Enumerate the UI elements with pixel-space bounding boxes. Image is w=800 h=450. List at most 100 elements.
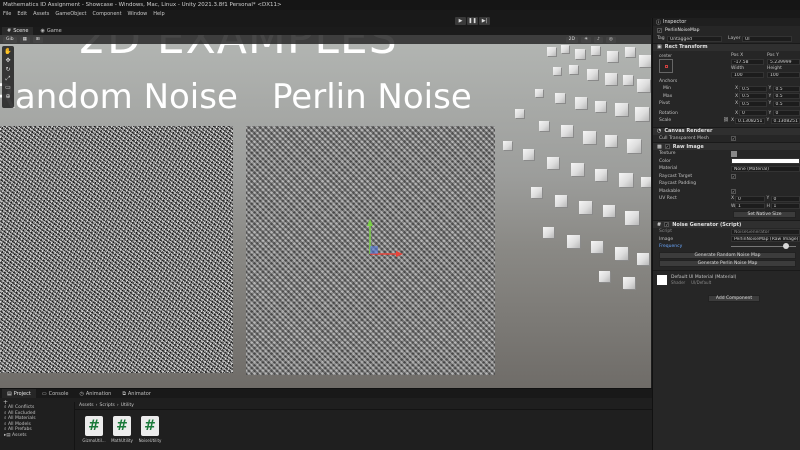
rect-tool-icon[interactable]: ▭ (4, 84, 13, 92)
lighting-icon[interactable]: ☀ (580, 36, 592, 43)
menu-file[interactable]: File (3, 11, 11, 17)
layer-dropdown[interactable]: UI (742, 35, 792, 42)
scale-tool-icon[interactable]: ⤢ (4, 75, 13, 83)
frequency-slider-knob[interactable] (783, 243, 790, 250)
file-item[interactable]: # NoiseUtility (138, 416, 162, 443)
tab-animation[interactable]: ◷ Animation (74, 389, 116, 398)
move-gizmo[interactable] (350, 218, 410, 263)
rotate-tool-icon[interactable]: ↻ (4, 66, 13, 74)
anchor-min-label: Min (663, 86, 671, 92)
transform-tool-icon[interactable]: ⊕ (4, 93, 13, 101)
scene-heading-random: Random Noise (0, 77, 238, 117)
grid-icon[interactable]: ▦ (19, 36, 30, 43)
uv-w-field[interactable]: 1 (735, 203, 765, 210)
menu-edit[interactable]: Edit (17, 11, 27, 17)
scale-x-field[interactable]: 0.1308251 (735, 117, 765, 124)
pause-icon[interactable]: ❚❚ (467, 17, 478, 25)
step-icon[interactable]: ▶| (479, 17, 490, 25)
maskable-checkbox[interactable]: ✓ (731, 188, 736, 194)
raw-image-enabled-checkbox[interactable]: ✓ (664, 144, 670, 149)
object-name[interactable]: PerlinNoiseMap (665, 28, 700, 33)
tab-scene[interactable]: # Scene (2, 27, 34, 35)
tab-inspector[interactable]: ⓘ Inspector (653, 18, 800, 26)
shader-value[interactable]: UI/Default (691, 280, 711, 285)
canvas-renderer-header[interactable]: ◔ Canvas Renderer (653, 126, 800, 135)
anchors-row[interactable]: Anchors (653, 78, 800, 86)
raw-image-header[interactable]: ▩ ✓ Raw Image (653, 142, 800, 150)
raycast-target-checkbox[interactable]: ✓ (731, 173, 736, 179)
menu-assets[interactable]: Assets (33, 11, 49, 17)
tab-console[interactable]: ▭ Console (37, 389, 74, 398)
color-swatch[interactable] (731, 158, 800, 165)
raycast-padding-row[interactable]: Raycast Padding (653, 180, 800, 188)
menu-window[interactable]: Window (128, 11, 148, 17)
rotation-y-field[interactable]: 0 (772, 110, 800, 117)
tab-project[interactable]: ▤ Project (2, 389, 36, 398)
generate-perlin-button[interactable]: Generate Perlin Noise Map (659, 259, 796, 267)
menu-bar: File Edit Assets GameObject Component Wi… (0, 10, 800, 18)
random-noise-map[interactable] (0, 126, 233, 373)
gizmos-icon[interactable]: ◎ (605, 36, 616, 43)
frequency-slider[interactable] (731, 243, 796, 250)
cube (555, 93, 565, 103)
noise-generator-header[interactable]: # ✓ Noise Generator (Script) (653, 220, 800, 228)
hand-tool-icon[interactable]: ✋ (4, 48, 13, 56)
cube (539, 121, 549, 131)
anchor-preset-button[interactable] (659, 58, 673, 73)
anchor-min-y-field[interactable]: 0.5 (772, 85, 800, 92)
material-field[interactable]: None (Material) (731, 165, 800, 172)
scene-view[interactable]: Gib ▦ ⊞ 2D ☀ ♪ ◎ ✋ ✥ ↻ ⤢ ▭ ⊕ 2D EXAMPLES… (0, 35, 651, 388)
snap-icon[interactable]: ⊞ (32, 36, 43, 43)
material-preview-thumbnail[interactable] (657, 274, 667, 285)
scale-link-icon[interactable]: ⛓ (723, 118, 731, 123)
uv-y-field[interactable]: 0 (770, 195, 800, 202)
gizmo-y-arrow[interactable] (367, 219, 373, 226)
set-native-size-button[interactable]: Set Native Size (733, 211, 796, 218)
gizmo-x-arrow[interactable] (396, 251, 403, 257)
file-name: NoiseUtility (138, 438, 162, 443)
move-tool-icon[interactable]: ✥ (4, 57, 13, 65)
noise-generator-enabled-checkbox[interactable]: ✓ (664, 222, 670, 227)
breadcrumb-item[interactable]: Scripts (99, 403, 114, 408)
anchor-max-x-field[interactable]: 0.5 (739, 93, 767, 100)
cube (543, 227, 554, 238)
mode-2d-button[interactable]: 2D (565, 36, 578, 43)
object-active-checkbox[interactable]: ✓ (657, 28, 662, 33)
tab-animator[interactable]: ⧉ Animator (117, 389, 156, 398)
pivot-dropdown[interactable]: Gib (3, 36, 17, 43)
console-icon: ▭ (41, 390, 47, 397)
gizmo-plane-handle[interactable] (370, 246, 378, 254)
menu-gameobject[interactable]: GameObject (55, 11, 86, 17)
uv-h-field[interactable]: 1 (770, 203, 800, 210)
add-component-button[interactable]: Add Component (708, 294, 760, 302)
anchor-max-y-field[interactable]: 0.5 (772, 93, 800, 100)
tree-item[interactable]: ▸▤ Assets (4, 433, 70, 439)
pos-x-field[interactable]: -17.58 (731, 58, 764, 65)
tab-game[interactable]: ◉ Game (35, 27, 66, 35)
cube (587, 69, 598, 80)
cull-checkbox[interactable]: ✓ (731, 135, 736, 141)
menu-component[interactable]: Component (93, 11, 122, 17)
anchor-min-x-field[interactable]: 0.5 (739, 85, 767, 92)
file-item[interactable]: # GizmoUtil... (82, 416, 106, 443)
pivot-y-field[interactable]: 0.5 (772, 100, 800, 107)
image-field[interactable]: PerlinNoiseMap (Raw Image) (731, 236, 800, 243)
scale-y-field[interactable]: 0.1308251 (770, 117, 800, 124)
generate-random-button[interactable]: Generate Random Noise Map (659, 251, 796, 259)
breadcrumb-item[interactable]: Assets (79, 403, 94, 408)
breadcrumb-item[interactable]: Utility (121, 403, 134, 408)
texture-thumbnail[interactable] (731, 150, 737, 157)
audio-icon[interactable]: ♪ (594, 36, 603, 43)
scale-row: Scale ⛓ X 0.1308251 Y 0.1308251 (653, 117, 800, 125)
pos-y-field[interactable]: 5.239999 (767, 58, 800, 65)
tag-dropdown[interactable]: Untagged (667, 35, 722, 42)
menu-help[interactable]: Help (153, 11, 164, 17)
scene-icon: # (7, 28, 12, 34)
play-icon[interactable]: ▶ (455, 17, 466, 25)
rect-transform-header[interactable]: ▣ Rect Transform (653, 42, 800, 51)
uv-x-field[interactable]: 0 (735, 195, 765, 202)
pivot-x-field[interactable]: 0.5 (739, 100, 767, 107)
rotation-x-field[interactable]: 0 (739, 110, 767, 117)
cube (591, 241, 603, 253)
file-item[interactable]: # MathUtility (110, 416, 134, 443)
